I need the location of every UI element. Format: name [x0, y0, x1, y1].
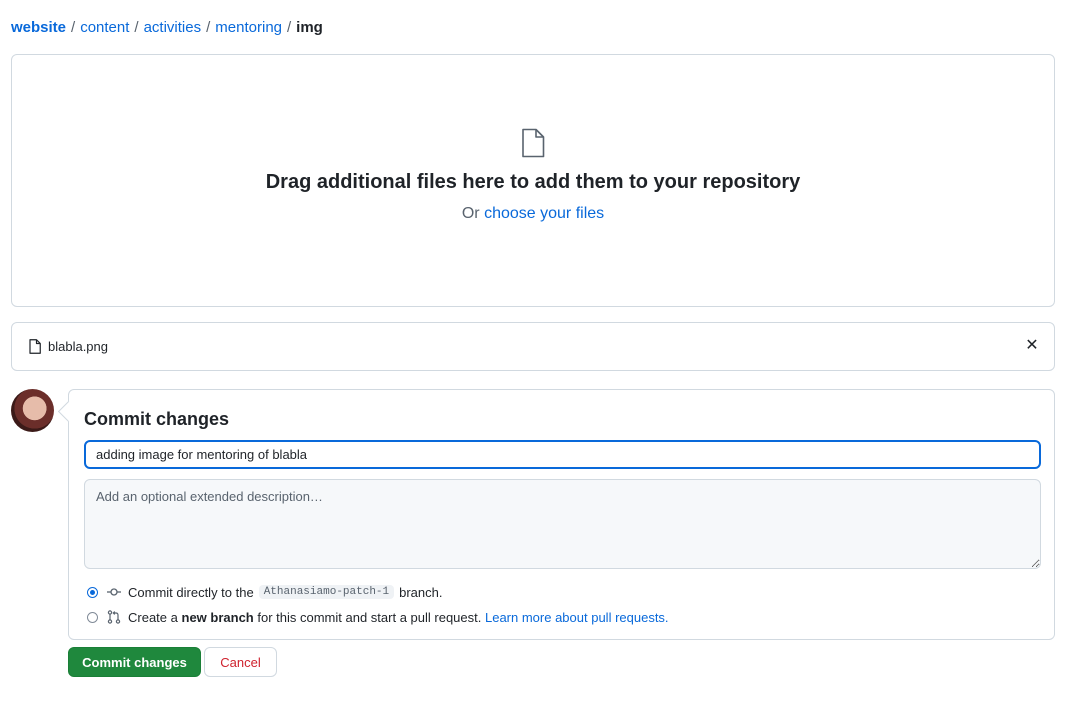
commit-new-branch-prefix: Create a [128, 609, 178, 625]
avatar [11, 389, 54, 432]
breadcrumb-separator: / [71, 19, 76, 36]
branch-name-badge: Athanasiamo-patch-1 [258, 585, 395, 599]
git-commit-icon [107, 588, 121, 596]
file-icon [29, 339, 41, 354]
commit-direct-prefix: Commit directly to the [128, 584, 254, 600]
commit-new-branch-radio[interactable] [87, 611, 98, 623]
git-pull-request-icon [107, 610, 121, 624]
breadcrumb-separator: / [287, 19, 292, 36]
commit-new-branch-middle: for this commit and start a pull request… [257, 609, 482, 625]
x-icon[interactable]: ✕ [1024, 337, 1040, 355]
breadcrumb-link-mentoring[interactable]: mentoring [215, 19, 282, 36]
breadcrumb-repo-link[interactable]: website [11, 19, 66, 36]
cancel-button[interactable]: Cancel [204, 647, 277, 677]
commit-changes-panel: Commit changes Commit directly to the At… [68, 389, 1055, 640]
uploaded-file-name: blabla.png [48, 339, 108, 354]
breadcrumb-link-activities[interactable]: activities [144, 19, 202, 36]
commit-direct-option[interactable]: Commit directly to the Athanasiamo-patch… [87, 583, 443, 601]
choose-files-link[interactable]: choose your files [484, 205, 604, 222]
commit-direct-suffix: branch. [399, 584, 443, 600]
commit-direct-radio[interactable] [87, 586, 98, 598]
dropzone-or-text: Or [461, 205, 480, 222]
dropzone-title: Drag additional files here to add them t… [265, 171, 801, 193]
uploaded-file-row: blabla.png ✕ [11, 322, 1055, 371]
breadcrumb-separator: / [206, 19, 211, 36]
commit-summary-input[interactable] [84, 440, 1041, 469]
learn-more-pull-requests-link[interactable]: Learn more about pull requests. [485, 610, 669, 625]
breadcrumb: website / content / activities / mentoring / img [11, 18, 323, 38]
commit-changes-button[interactable]: Commit changes [68, 647, 201, 677]
file-dropzone[interactable]: Drag additional files here to add them t… [11, 54, 1055, 307]
file-icon [522, 128, 545, 158]
breadcrumb-link-content[interactable]: content [80, 19, 129, 36]
commit-new-branch-bold: new branch [181, 609, 254, 625]
commit-heading: Commit changes [84, 409, 230, 429]
commit-new-branch-option[interactable]: Create a new branch for this commit and … [87, 608, 669, 626]
breadcrumb-separator: / [134, 19, 139, 36]
commit-description-textarea[interactable] [84, 479, 1041, 569]
breadcrumb-current: img [296, 19, 323, 36]
dropzone-subtitle: Or choose your files [12, 204, 1054, 224]
